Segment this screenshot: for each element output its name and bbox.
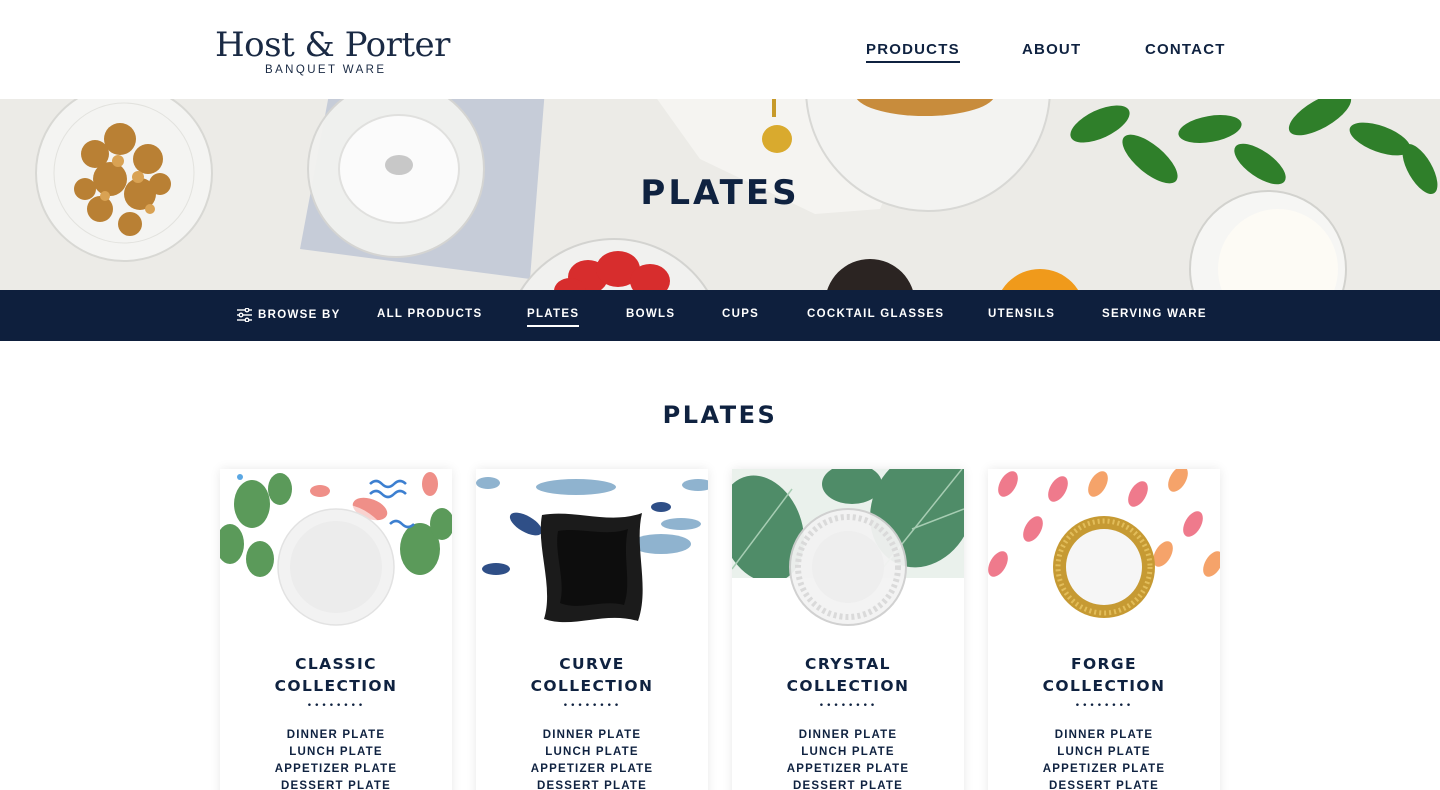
product-card-forge[interactable]: FORGE COLLECTION •••••••• DINNER PLATE L…	[988, 469, 1220, 790]
gold-rim-plate-image	[1053, 516, 1155, 618]
product-list: DINNER PLATE LUNCH PLATE APPETIZER PLATE…	[476, 727, 708, 790]
browse-by-label: BROWSE BY	[258, 309, 341, 321]
dotted-divider: ••••••••	[306, 701, 366, 711]
category-serving-ware[interactable]: SERVING WARE	[1102, 308, 1207, 320]
product-list: DINNER PLATE LUNCH PLATE APPETIZER PLATE…	[732, 727, 964, 790]
category-plates[interactable]: PLATES	[527, 308, 580, 327]
collection-name: CURVE COLLECTION	[530, 655, 654, 695]
section-title: PLATES	[662, 401, 778, 429]
collection-name: CLASSIC COLLECTION	[274, 655, 398, 695]
browse-by[interactable]: BROWSE BY	[237, 307, 341, 323]
category-cocktail-glasses[interactable]: COCKTAIL GLASSES	[807, 308, 944, 320]
list-item[interactable]: DESSERT PLATE	[220, 778, 452, 790]
list-item[interactable]: DINNER PLATE	[988, 727, 1220, 744]
nav-products[interactable]: PRODUCTS	[866, 41, 960, 63]
white-plate-image	[276, 503, 396, 627]
product-card-classic[interactable]: CLASSIC COLLECTION •••••••• DINNER PLATE…	[220, 469, 452, 790]
list-item[interactable]: LUNCH PLATE	[988, 744, 1220, 761]
product-image	[476, 469, 708, 639]
collection-name: CRYSTAL COLLECTION	[786, 655, 910, 695]
logo-tagline: BANQUET WARE	[265, 64, 387, 76]
hero-title: PLATES	[640, 173, 800, 213]
list-item[interactable]: LUNCH PLATE	[476, 744, 708, 761]
product-image	[988, 469, 1220, 639]
category-cups[interactable]: CUPS	[722, 308, 759, 320]
black-square-plate-image	[540, 513, 643, 623]
filter-sliders-icon	[237, 308, 252, 322]
brand-logo[interactable]: Host & Porter BANQUET WARE	[215, 26, 460, 78]
list-item[interactable]: DESSERT PLATE	[732, 778, 964, 790]
dotted-divider: ••••••••	[1074, 701, 1134, 711]
site-header: Host & Porter BANQUET WARE PRODUCTS ABOU…	[0, 0, 1440, 99]
list-item[interactable]: APPETIZER PLATE	[732, 761, 964, 778]
logo-wordmark: Host & Porter	[215, 25, 450, 65]
nav-contact[interactable]: CONTACT	[1145, 41, 1226, 58]
category-bar: BROWSE BY ALL PRODUCTS PLATES BOWLS CUPS…	[0, 290, 1440, 341]
product-card-curve[interactable]: CURVE COLLECTION •••••••• DINNER PLATE L…	[476, 469, 708, 790]
category-bowls[interactable]: BOWLS	[626, 308, 675, 320]
list-item[interactable]: DINNER PLATE	[476, 727, 708, 744]
list-item[interactable]: LUNCH PLATE	[732, 744, 964, 761]
category-all-products[interactable]: ALL PRODUCTS	[377, 308, 482, 320]
list-item[interactable]: APPETIZER PLATE	[988, 761, 1220, 778]
dotted-divider: ••••••••	[562, 701, 622, 711]
list-item[interactable]: DESSERT PLATE	[988, 778, 1220, 790]
clear-crystal-plate-image	[789, 508, 907, 626]
list-item[interactable]: APPETIZER PLATE	[220, 761, 452, 778]
list-item[interactable]: DESSERT PLATE	[476, 778, 708, 790]
dotted-divider: ••••••••	[818, 701, 878, 711]
product-list: DINNER PLATE LUNCH PLATE APPETIZER PLATE…	[220, 727, 452, 790]
collection-name: FORGE COLLECTION	[1042, 655, 1166, 695]
hero-banner: PLATES	[0, 99, 1440, 290]
product-image	[220, 469, 452, 639]
list-item[interactable]: DINNER PLATE	[732, 727, 964, 744]
product-card-crystal[interactable]: CRYSTAL COLLECTION •••••••• DINNER PLATE…	[732, 469, 964, 790]
list-item[interactable]: DINNER PLATE	[220, 727, 452, 744]
nav-about[interactable]: ABOUT	[1022, 41, 1081, 58]
category-utensils[interactable]: UTENSILS	[988, 308, 1055, 320]
product-image	[732, 469, 964, 639]
list-item[interactable]: APPETIZER PLATE	[476, 761, 708, 778]
product-list: DINNER PLATE LUNCH PLATE APPETIZER PLATE…	[988, 727, 1220, 790]
list-item[interactable]: LUNCH PLATE	[220, 744, 452, 761]
